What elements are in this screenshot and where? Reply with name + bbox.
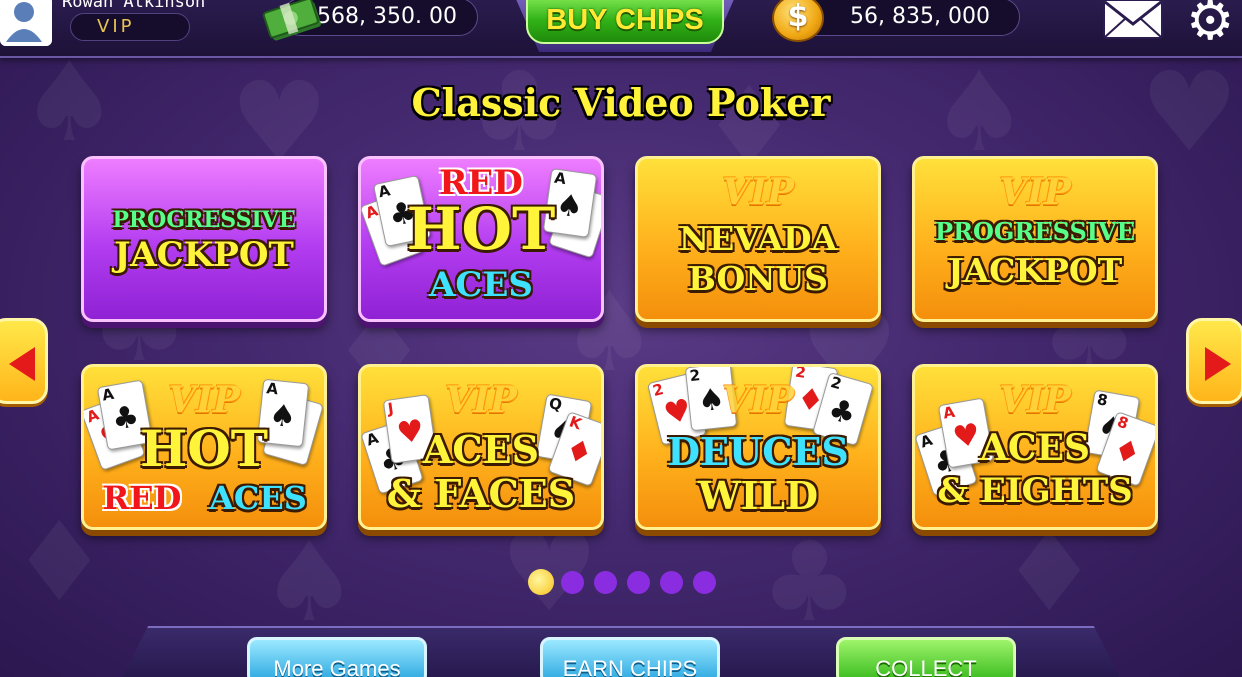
pagination-dot[interactable] [627,571,650,594]
tile-line-1: DEUCES [667,429,849,474]
earn-chips-button[interactable]: EARN CHIPS [540,637,720,677]
game-tile-deuces-wild[interactable]: 2 ♥ 2 ♠ 2 ♦ 2 ♣ VIP DEUCES WILD [635,364,881,530]
game-tile-aces-and-eights[interactable]: A♣ A♥ 8♠ 8♦ VIP ACES & EIGHTS [912,364,1158,530]
tile-line-1: PROGRESSIVE [935,217,1135,246]
top-bar: Rowan Atkinson VIP 568, 350. 00 BUY CHIP… [0,0,1242,58]
game-tile-progressive-jackpot[interactable]: PROGRESSIVE JACKPOT [81,156,327,322]
tile-line-3: ACES [429,265,533,305]
tile-vip: VIP [722,379,794,421]
tile-line-1: ACES [422,427,540,472]
buy-chips-button[interactable]: BUY CHIPS [526,0,724,44]
cash-icon [262,0,321,41]
tile-vip: VIP [168,379,240,421]
game-tile-vip-progressive-jackpot[interactable]: VIP PROGRESSIVE JACKPOT [912,156,1158,322]
pagination-dot[interactable] [561,571,584,594]
pagination-dot[interactable] [594,571,617,594]
tile-vip: VIP [445,379,517,421]
tile-line-2: & EIGHTS [937,471,1133,511]
tile-line-1: HOT [139,419,268,478]
page-title: Classic Video Poker [411,80,831,125]
game-tile-red-hot-aces[interactable]: A♦ A♣ A♦ A♠ RED HOT ACES [358,156,604,322]
pagination-dot[interactable] [528,569,554,595]
more-games-button[interactable]: More Games [247,637,427,677]
game-tile-nevada-bonus[interactable]: VIP NEVADA BONUS [635,156,881,322]
tile-line-2: WILD [697,473,819,518]
gear-icon[interactable]: ⚙ [1186,0,1234,48]
tile-line-2: JACKPOT [114,235,294,275]
avatar-icon[interactable] [0,0,52,46]
arrow-left-icon[interactable] [0,318,48,404]
pagination-dot[interactable] [660,571,683,594]
collect-button[interactable]: COLLECT [836,637,1016,677]
coin-balance: 56, 835, 000 [790,0,1020,36]
tile-vip: VIP [722,171,794,213]
mail-icon[interactable] [1102,0,1164,40]
tile-line-2: & FACES [386,471,576,516]
tile-line-3: ACES [209,479,307,517]
username: Rowan Atkinson [62,0,206,12]
tile-line-1: ACES [979,427,1091,469]
arrow-right-icon[interactable] [1186,318,1242,404]
tile-vip: VIP [999,379,1071,421]
tile-line-2: JACKPOT [947,251,1123,290]
tile-line-2: BONUS [687,259,829,298]
tile-vip: VIP [999,171,1071,213]
game-tile-vip-hot-red-aces[interactable]: A♥ A♣ A♦ A♠ VIP HOT RED ACES [81,364,327,530]
tile-line-2: HOT [406,195,556,263]
pagination-dot[interactable] [693,571,716,594]
vip-status-badge: VIP [70,13,190,41]
game-tile-aces-and-faces[interactable]: A♣ J♥ Q♠ K♦ VIP ACES & FACES [358,364,604,530]
tile-line-1: PROGRESSIVE [112,207,296,233]
tile-line-1: NEVADA [678,219,838,258]
